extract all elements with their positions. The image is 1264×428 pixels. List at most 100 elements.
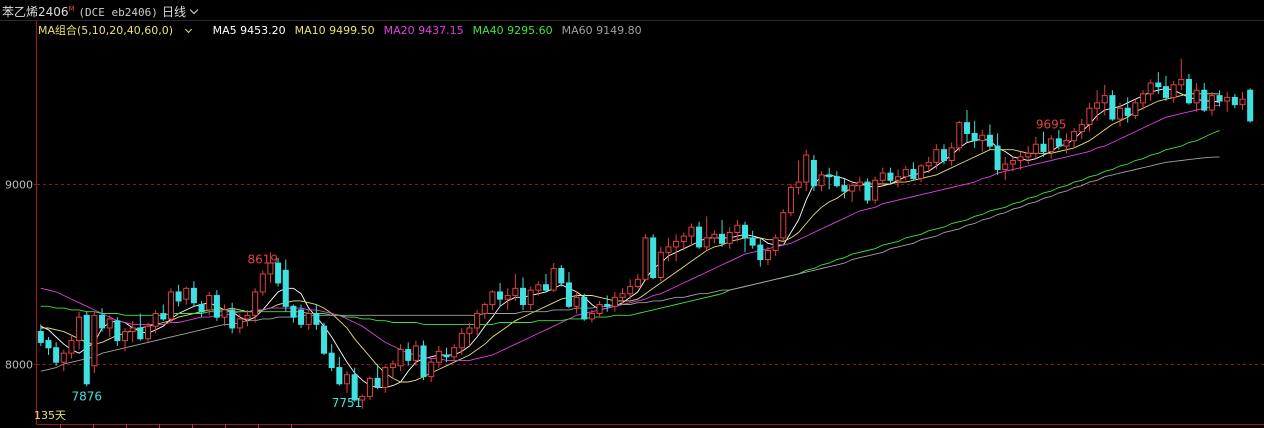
candle-body — [994, 145, 1001, 170]
candle — [810, 155, 817, 192]
candle-body — [887, 172, 894, 181]
candle-body — [1117, 107, 1124, 120]
candle — [527, 286, 534, 310]
candle — [137, 313, 144, 341]
ma-line-ma60 — [40, 156, 1220, 372]
candle-body — [956, 122, 963, 149]
symbol-selector[interactable]: 苯乙烯2406M (DCE eb2406) — [2, 3, 158, 20]
candle-body — [435, 350, 442, 363]
candle-body — [665, 246, 672, 253]
candle-body — [734, 224, 741, 234]
candle-body — [596, 304, 603, 315]
candle — [787, 183, 794, 217]
candle — [1086, 102, 1093, 132]
period-label: 日线 — [162, 5, 187, 19]
candle — [918, 164, 925, 183]
candle-body — [282, 269, 289, 307]
candle — [1193, 83, 1200, 112]
candle-body — [1208, 95, 1215, 111]
ma-legend-item: MA60 9149.80 — [561, 24, 642, 37]
candle-body — [1048, 138, 1055, 152]
candle-body — [864, 181, 871, 201]
candle — [780, 209, 787, 242]
candle-body — [244, 314, 251, 320]
candle — [849, 182, 856, 202]
candle — [45, 336, 52, 355]
candle — [940, 144, 948, 165]
candle — [565, 272, 572, 309]
candle-body — [910, 168, 917, 179]
candle-body — [741, 224, 749, 239]
ma-legend-item: MA20 9437.15 — [383, 24, 464, 37]
candle-body — [963, 122, 970, 134]
candle — [68, 335, 75, 359]
candle — [1055, 129, 1062, 150]
candle-body — [1239, 98, 1246, 106]
candle-body — [619, 293, 626, 298]
candle — [994, 133, 1001, 175]
candle-body — [481, 304, 488, 315]
candle — [925, 156, 932, 174]
candle — [956, 120, 963, 152]
candle-body — [489, 291, 496, 306]
candle-body — [787, 186, 794, 214]
candle-body — [474, 313, 481, 329]
candle — [420, 340, 427, 381]
candle — [99, 308, 106, 332]
candle — [688, 223, 695, 246]
candle-body — [749, 237, 756, 246]
high-price-label: 8619 — [248, 252, 279, 266]
candle-body — [856, 181, 863, 187]
candle — [397, 344, 404, 372]
candle — [321, 322, 328, 355]
candle — [504, 288, 511, 310]
candle — [198, 300, 205, 318]
candle — [244, 309, 251, 327]
candle-body — [443, 354, 450, 358]
price-axis: 8000 9000 — [5, 20, 1264, 428]
candle — [948, 142, 955, 166]
candle — [979, 129, 986, 152]
candle — [550, 263, 557, 292]
candle — [451, 344, 458, 361]
candle — [887, 167, 894, 184]
candle-body — [206, 295, 213, 311]
candle — [458, 327, 465, 355]
candle-body — [1193, 89, 1200, 104]
candle — [1224, 92, 1231, 112]
symbol-bar: 苯乙烯2406M (DCE eb2406) 日线 — [0, 0, 1264, 21]
candle-body — [1086, 107, 1093, 125]
period-selector[interactable]: 日线 — [162, 3, 199, 20]
candle-body — [703, 237, 710, 248]
candle-body — [933, 149, 940, 163]
candle — [1124, 97, 1131, 123]
candle-body — [1178, 78, 1185, 86]
days-count: 135天 — [34, 409, 66, 422]
candle-body — [627, 286, 634, 295]
candle-body — [198, 304, 205, 313]
candle-body — [374, 377, 381, 388]
candle-body — [290, 305, 297, 318]
candle-body — [137, 327, 144, 340]
candle-body — [1155, 82, 1162, 88]
ma-combo-selector[interactable]: MA组合(5,10,20,40,60,0) — [38, 24, 200, 37]
candle — [726, 227, 733, 249]
candle-body — [520, 287, 527, 306]
candle-body — [657, 251, 664, 279]
candle — [619, 288, 626, 305]
candle — [152, 309, 159, 334]
low-price-label: 7876 — [71, 389, 102, 403]
candles — [37, 58, 1254, 409]
candle-body — [512, 287, 519, 297]
candle — [703, 216, 710, 251]
candle — [749, 230, 756, 249]
ma-legend-item: MA40 9295.60 — [472, 24, 553, 37]
candle-body — [650, 237, 657, 279]
candle-body — [895, 176, 902, 181]
candle-body — [711, 233, 718, 239]
symbol-suffix: M — [68, 5, 75, 13]
ma-combo-label: MA组合(5,10,20,40,60,0) — [38, 24, 174, 37]
candle — [313, 304, 320, 330]
candle-body — [1247, 89, 1254, 122]
candle-body — [389, 363, 396, 369]
